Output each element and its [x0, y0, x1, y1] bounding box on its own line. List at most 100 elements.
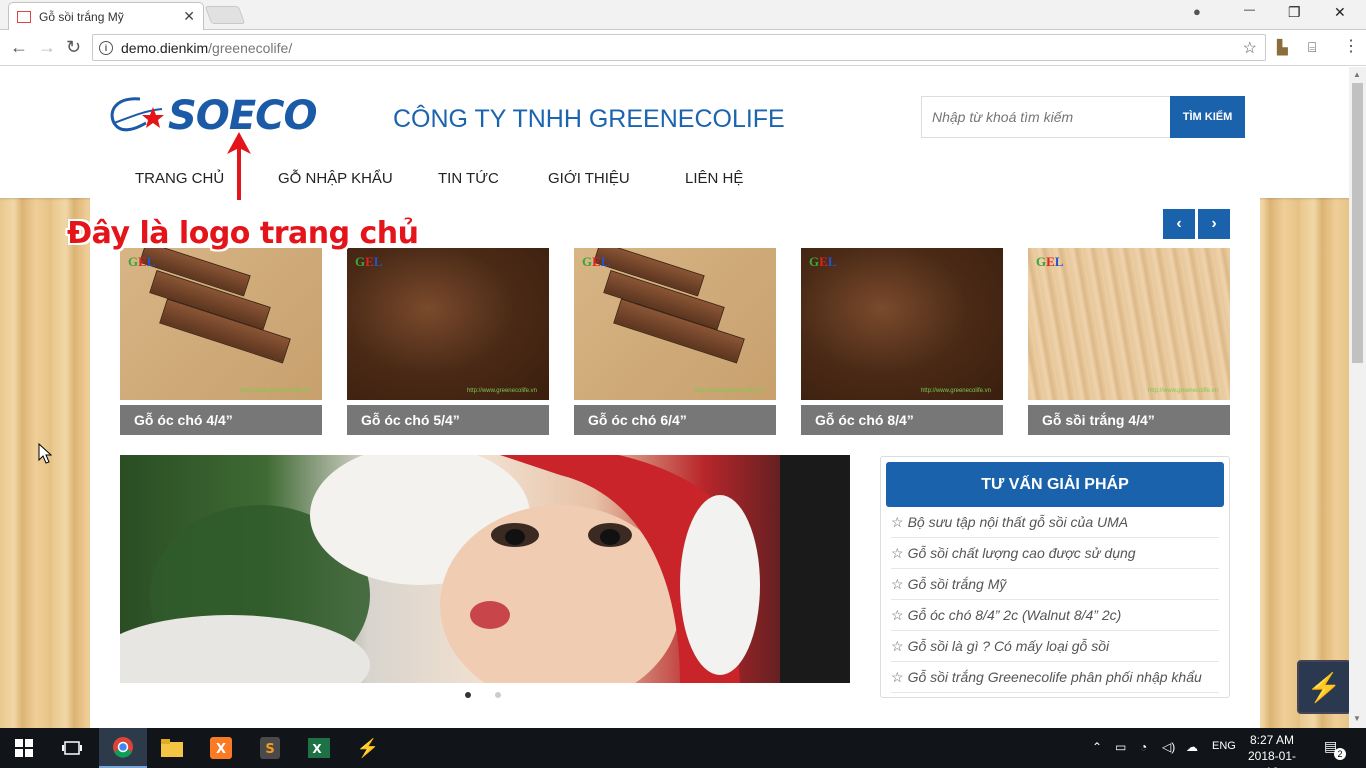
scroll-up-icon[interactable]: ▲	[1353, 70, 1361, 79]
maximize-button[interactable]: ❐	[1288, 4, 1301, 21]
url-watermark: http://www.greenecolife.vn	[239, 388, 310, 394]
minimize-button[interactable]: —	[1244, 4, 1255, 16]
battery-icon[interactable]: ▭	[1115, 740, 1126, 754]
lightning-app-icon[interactable]: ⚡	[1297, 660, 1349, 714]
account-icon[interactable]: ●	[1193, 4, 1201, 19]
excel-icon[interactable]: X	[295, 728, 343, 768]
url-host: demo.dienkim	[121, 39, 209, 56]
annotation-arrow-icon	[227, 132, 251, 200]
back-button[interactable]: ←	[10, 37, 28, 58]
banner-dot[interactable]	[495, 692, 501, 698]
banner-dot-active[interactable]	[465, 692, 471, 698]
wifi-icon[interactable]: ◔	[1140, 740, 1147, 754]
product-image-walnut-blocks[interactable]: GEL http://www.greenecolife.vn	[574, 248, 776, 400]
reload-button[interactable]: ↻	[66, 37, 81, 58]
url-watermark: http://www.greenecolife.vn	[920, 388, 991, 394]
windows-start-icon[interactable]	[0, 728, 48, 768]
consult-list-item[interactable]: ☆ Gỗ sồi trắng Greenecolife phân phối nhậ…	[891, 662, 1219, 693]
product-caption[interactable]: Gỗ óc chó 5/4”	[347, 405, 549, 435]
menu-item-contact[interactable]: LIÊN HỆ	[685, 170, 743, 187]
new-tab-button[interactable]	[204, 6, 246, 24]
sublime-text-icon[interactable]: S	[246, 728, 294, 768]
consult-list-item[interactable]: ☆ Gỗ óc chó 8/4” 2c (Walnut 8/4” 2c)	[891, 600, 1219, 631]
product-card[interactable]: GEL http://www.greenecolife.vn Gỗ óc chó…	[120, 248, 322, 435]
gel-watermark: GEL	[1036, 254, 1064, 269]
menu-item-about[interactable]: GIỚI THIỆU	[548, 170, 685, 187]
star-outline-icon: ☆	[891, 513, 904, 530]
windows-taskbar: X S X ⚡ ⌃ ▭ ◔ ◁) ☁ ENG 8:27 AM 2018-01-1…	[0, 728, 1366, 768]
product-card[interactable]: GEL http://www.greenecolife.vn Gỗ óc chó…	[801, 248, 1003, 435]
scroll-down-icon[interactable]: ▼	[1353, 714, 1361, 723]
logo-swoosh-icon	[110, 97, 164, 132]
site-header: SOECO CÔNG TY TNHH GREENECOLIFE TÌM KIẾM…	[0, 67, 1349, 198]
menu-item-news[interactable]: TIN TỨC	[438, 170, 548, 187]
language-indicator[interactable]: ENG	[1212, 740, 1236, 752]
mouse-cursor-icon	[38, 443, 52, 464]
consult-list-item[interactable]: ☆ Gỗ sồi trắng Mỹ	[891, 569, 1219, 600]
volume-icon[interactable]: ◁)	[1162, 740, 1175, 754]
address-bar[interactable]: i demo.dienkim /greenecolife/ ☆	[92, 34, 1266, 61]
star-outline-icon: ☆	[891, 637, 904, 654]
product-card[interactable]: GEL http://www.greenecolife.vn Gỗ sồi tr…	[1028, 248, 1230, 435]
url-path: /greenecolife/	[208, 39, 293, 56]
site-favicon-icon	[17, 10, 31, 23]
consult-panel: TƯ VẤN GIẢI PHÁP ☆ Bộ sưu tập nội thất gỗ…	[880, 456, 1230, 698]
bookmark-star-icon[interactable]: ☆	[1243, 38, 1257, 58]
browser-tabstrip: Gỗ sồi trắng Mỹ ✕ ● — ❐ ✕	[0, 0, 1366, 30]
tray-expand-icon[interactable]: ⌃	[1092, 740, 1102, 754]
product-card[interactable]: GEL http://www.greenecolife.vn Gỗ óc chó…	[347, 248, 549, 435]
product-caption[interactable]: Gỗ óc chó 6/4”	[574, 405, 776, 435]
forward-button[interactable]: →	[38, 37, 56, 58]
consult-list-item[interactable]: ☆ Bộ sưu tập nội thất gỗ sồi của UMA	[891, 507, 1219, 538]
product-caption[interactable]: Gỗ óc chó 4/4”	[120, 405, 322, 435]
file-explorer-icon[interactable]	[148, 728, 196, 768]
company-name: CÔNG TY TNHH GREENECOLIFE	[393, 105, 785, 133]
menu-item-home[interactable]: TRANG CHỦ	[135, 170, 278, 187]
extension-icon[interactable]: ▙	[1277, 39, 1288, 56]
clock-time: 8:27 AM	[1249, 733, 1295, 747]
banner-slide-image[interactable]	[120, 455, 850, 683]
xampp-icon[interactable]: X	[197, 728, 245, 768]
slider-prev-button[interactable]: ‹	[1163, 209, 1195, 239]
browser-tab[interactable]: Gỗ sồi trắng Mỹ ✕	[8, 2, 204, 30]
consult-list: ☆ Bộ sưu tập nội thất gỗ sồi của UMA ☆ Gỗ …	[891, 507, 1219, 693]
browser-toolbar: ← → ↻ i demo.dienkim /greenecolife/ ☆ ▙ …	[0, 30, 1366, 66]
lightning-taskbar-icon[interactable]: ⚡	[344, 728, 392, 768]
product-image-oak-grain[interactable]: GEL http://www.greenecolife.vn	[1028, 248, 1230, 400]
search-button[interactable]: TÌM KIẾM	[1170, 96, 1245, 138]
consult-list-item[interactable]: ☆ Gỗ sồi chất lượng cao được sử dụng	[891, 538, 1219, 569]
info-icon[interactable]: i	[99, 40, 113, 55]
tab-title: Gỗ sồi trắng Mỹ	[39, 9, 124, 24]
page-viewport: SOECO CÔNG TY TNHH GREENECOLIFE TÌM KIẾM…	[0, 67, 1349, 728]
site-logo[interactable]: SOECO	[106, 93, 317, 139]
taskbar-clock[interactable]: 8:27 AM 2018-01-16	[1244, 732, 1300, 768]
product-image-walnut-grain[interactable]: GEL http://www.greenecolife.vn	[347, 248, 549, 400]
star-outline-icon: ☆	[891, 668, 904, 685]
onedrive-cloud-icon[interactable]: ☁	[1186, 740, 1198, 754]
gel-watermark: GEL	[809, 254, 837, 269]
notification-count-badge: 2	[1334, 748, 1346, 760]
annotation-text: Đây là logo trang chủ	[67, 216, 419, 251]
close-window-button[interactable]: ✕	[1334, 4, 1346, 21]
chrome-taskbar-icon[interactable]	[99, 728, 147, 768]
task-view-icon[interactable]	[48, 728, 96, 768]
tab-close-icon[interactable]: ✕	[183, 8, 195, 25]
product-image-walnut-blocks[interactable]: GEL http://www.greenecolife.vn	[120, 248, 322, 400]
slider-next-button[interactable]: ›	[1198, 209, 1230, 239]
url-watermark: http://www.greenecolife.vn	[466, 388, 537, 394]
chrome-menu-icon[interactable]: ⋮	[1343, 36, 1359, 56]
product-card[interactable]: GEL http://www.greenecolife.vn Gỗ óc chó…	[574, 248, 776, 435]
page-scrollbar[interactable]: ▲ ▼	[1349, 67, 1366, 728]
svg-text:X: X	[216, 742, 226, 757]
product-caption[interactable]: Gỗ sồi trắng 4/4”	[1028, 405, 1230, 435]
consult-title: TƯ VẤN GIẢI PHÁP	[886, 462, 1224, 507]
menu-item-imported-wood[interactable]: GỖ NHẬP KHẨU	[278, 170, 438, 187]
product-caption[interactable]: Gỗ óc chó 8/4”	[801, 405, 1003, 435]
search-input[interactable]	[921, 96, 1171, 138]
product-image-walnut-grain[interactable]: GEL http://www.greenecolife.vn	[801, 248, 1003, 400]
cast-icon[interactable]: ⌸	[1308, 39, 1316, 56]
svg-text:S: S	[265, 742, 274, 757]
url-watermark: http://www.greenecolife.vn	[1147, 388, 1218, 394]
consult-list-item[interactable]: ☆ Gỗ sồi là gì ? Có mấy loại gỗ sồi	[891, 631, 1219, 662]
scrollbar-thumb[interactable]	[1352, 83, 1363, 363]
